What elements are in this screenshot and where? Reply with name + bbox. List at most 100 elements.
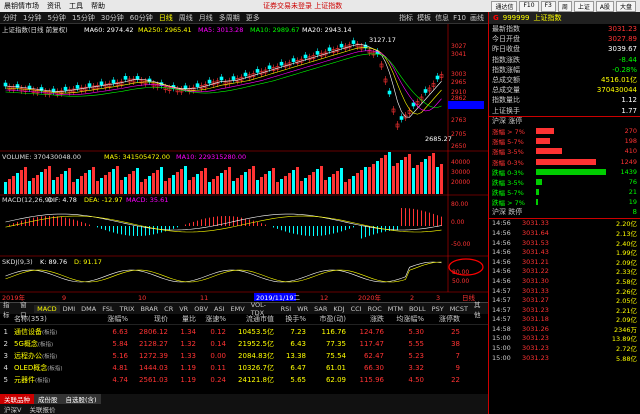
volume-ma10: MA10: 229315280.00 — [176, 153, 246, 161]
candle-body — [219, 76, 224, 81]
indicator-tab[interactable]: CCI — [348, 305, 365, 313]
period-tab[interactable]: 1分钟 — [20, 13, 44, 23]
breadth-row: 跌幅 > 7% 19 — [489, 197, 640, 207]
indicator-tab[interactable]: OBV — [191, 305, 211, 313]
indicator-tab[interactable]: RSI — [278, 305, 295, 313]
volume-bar — [92, 167, 95, 194]
table-row[interactable]: 5 元器件(板指) 4.74 2561.03 1.19 0.24 24121.8亿 5.65 6… — [0, 374, 488, 385]
period-tab[interactable]: 更多 — [243, 13, 263, 23]
col-name[interactable]: 名称(353) — [8, 314, 94, 324]
kline-chart-area[interactable]: 上证指数(日线 前复权) MA60: 2974.42 MA250: 2965.4… — [0, 24, 488, 302]
breadth-label: 跌幅 3-5% — [492, 178, 524, 187]
indicator-tab[interactable]: EMV — [228, 305, 248, 313]
menu-help[interactable]: 帮助 — [87, 1, 109, 11]
indicator-tab[interactable]: ROC — [365, 305, 385, 313]
menu-file[interactable]: 资讯 — [43, 1, 65, 11]
login-alert[interactable]: 证券交易未登录 上证指数 — [259, 1, 346, 11]
status-quote[interactable]: 关联报价 — [25, 404, 59, 414]
table-row[interactable]: 4 OLED概念(板指) 4.81 1444.03 1.19 0.11 10326.7亿 6.… — [0, 362, 488, 373]
table-row[interactable]: 1 通信设备(板指) 6.63 2806.12 1.34 0.12 10453.5亿 7.23… — [0, 326, 488, 337]
period-tab[interactable]: 月线 — [196, 13, 216, 23]
indicator-tab[interactable]: DMA — [78, 305, 99, 313]
candle-body — [3, 82, 8, 87]
tick-price: 3031.23 — [522, 334, 549, 343]
indicator-tab[interactable]: KDJ — [330, 305, 347, 313]
indicator-tab[interactable]: ASI — [211, 305, 228, 313]
volume-bar — [248, 169, 251, 194]
breadth-row: 涨幅 5-7% 198 — [489, 136, 640, 146]
indicator-tab[interactable]: SAR — [311, 305, 330, 313]
menu-brand[interactable]: 晨钥情市场 — [0, 1, 43, 11]
col-updown[interactable]: 涨跌 — [346, 314, 384, 324]
indicator-tab[interactable]: PSY — [429, 305, 447, 313]
table-row[interactable]: 2 5G概念(板指) 5.84 2128.27 1.32 0.14 21952.5亿 6.43… — [0, 338, 488, 349]
chart-tool-button[interactable]: F10 — [453, 14, 466, 22]
period-tab[interactable]: 30分钟 — [98, 13, 127, 23]
tick-row: 15:00 3031.23 13.89亿 — [489, 334, 640, 343]
volume-bar — [176, 172, 179, 194]
indicator-tab[interactable]: WR — [294, 305, 311, 313]
quick-btn[interactable]: F3 — [540, 0, 556, 12]
cell-up: 115.96 — [359, 375, 385, 384]
tick-volume: 2.33亿 — [616, 268, 637, 277]
quick-btn[interactable]: A股 — [595, 0, 614, 12]
indicator-tab[interactable]: FSL — [99, 305, 116, 313]
indicator-tab[interactable]: MACD — [34, 304, 60, 313]
indicator-tab[interactable]: CR — [161, 305, 176, 313]
col-pe[interactable]: 市盈(动) — [306, 314, 346, 324]
status-market[interactable]: 沪深V — [0, 404, 25, 414]
indicator-tab[interactable]: MTM — [385, 305, 406, 313]
kdj-d-line — [5, 261, 442, 283]
tab-related[interactable]: 关联品种 — [0, 394, 34, 404]
cell-turn: 6.43 — [290, 339, 306, 348]
indicator-tab[interactable]: TRIX — [117, 305, 138, 313]
period-tab[interactable]: 15分钟 — [69, 13, 98, 23]
tick-volume: 2.13亿 — [616, 229, 637, 238]
tick-time: 14:56 — [492, 276, 511, 285]
indicator-tab[interactable]: BOLL — [406, 305, 429, 313]
period-tab[interactable]: 多周期 — [216, 13, 243, 23]
candle-body — [315, 51, 320, 55]
col-mcap[interactable]: 流通市值 — [226, 314, 274, 324]
tab-watchlist[interactable]: 自选股(含) — [61, 394, 101, 404]
breadth-label: 涨幅 > 7% — [492, 127, 525, 136]
col-speed[interactable]: 涨速% — [196, 314, 226, 324]
period-tab[interactable]: 60分钟 — [127, 13, 156, 23]
quick-btn[interactable]: 通达信 — [491, 0, 518, 12]
period-tab[interactable]: 5分钟 — [44, 13, 68, 23]
quote-panel: G 999999 上证指数 最新指数 3031.23 今日开盘 3027.89 昨日收盘… — [488, 12, 640, 414]
kline-svg[interactable]: 上证指数(日线 前复权) MA60: 2974.42 MA250: 2965.4… — [0, 24, 488, 302]
col-vol-ratio[interactable]: 量比 — [168, 314, 196, 324]
col-limit[interactable]: 涨停数 — [424, 314, 460, 324]
tick-price: 3031.18 — [522, 315, 549, 324]
period-tab[interactable]: 周线 — [176, 13, 196, 23]
col-price[interactable]: 现价 — [128, 314, 168, 324]
col-change[interactable]: 涨幅% — [94, 314, 128, 324]
chart-tool-button[interactable]: 模板 — [417, 13, 431, 23]
row-index: 1 — [3, 327, 8, 336]
quick-btn[interactable]: 大盘 — [615, 0, 636, 12]
table-row[interactable]: 3 远程办公(板指) 5.16 1272.39 1.33 0.00 2084.83亿 13.3… — [0, 350, 488, 361]
volume-bar — [124, 177, 127, 194]
volume-bar — [328, 177, 331, 194]
period-tab[interactable]: 日线 — [156, 13, 176, 23]
indicator-tab[interactable]: BRAR — [137, 305, 161, 313]
volume-bar — [404, 157, 407, 194]
chart-tool-button[interactable]: 画线 — [470, 13, 484, 23]
menu-tools[interactable]: 工具 — [65, 1, 87, 11]
candle-body — [63, 86, 68, 91]
stat-label: 指数涨跌 — [492, 55, 520, 64]
indicator-tab[interactable]: MCST — [447, 305, 471, 313]
chart-tool-button[interactable]: 指标 — [399, 13, 413, 23]
chart-tool-button[interactable]: 信息 — [435, 13, 449, 23]
period-tab[interactable]: 分时 — [0, 13, 20, 23]
indicator-tab[interactable]: DMI — [60, 305, 79, 313]
indicator-tab[interactable]: VR — [176, 305, 191, 313]
col-turnover[interactable]: 换手% — [274, 314, 306, 324]
volume-bar — [416, 165, 419, 194]
quick-btn[interactable]: 周 — [557, 0, 572, 12]
quick-btn[interactable]: 上证 — [573, 0, 594, 12]
quick-btn[interactable]: F10 — [519, 0, 539, 12]
col-avg[interactable]: 均涨幅% — [384, 314, 424, 324]
tab-constituents[interactable]: 成份股 — [34, 394, 62, 404]
